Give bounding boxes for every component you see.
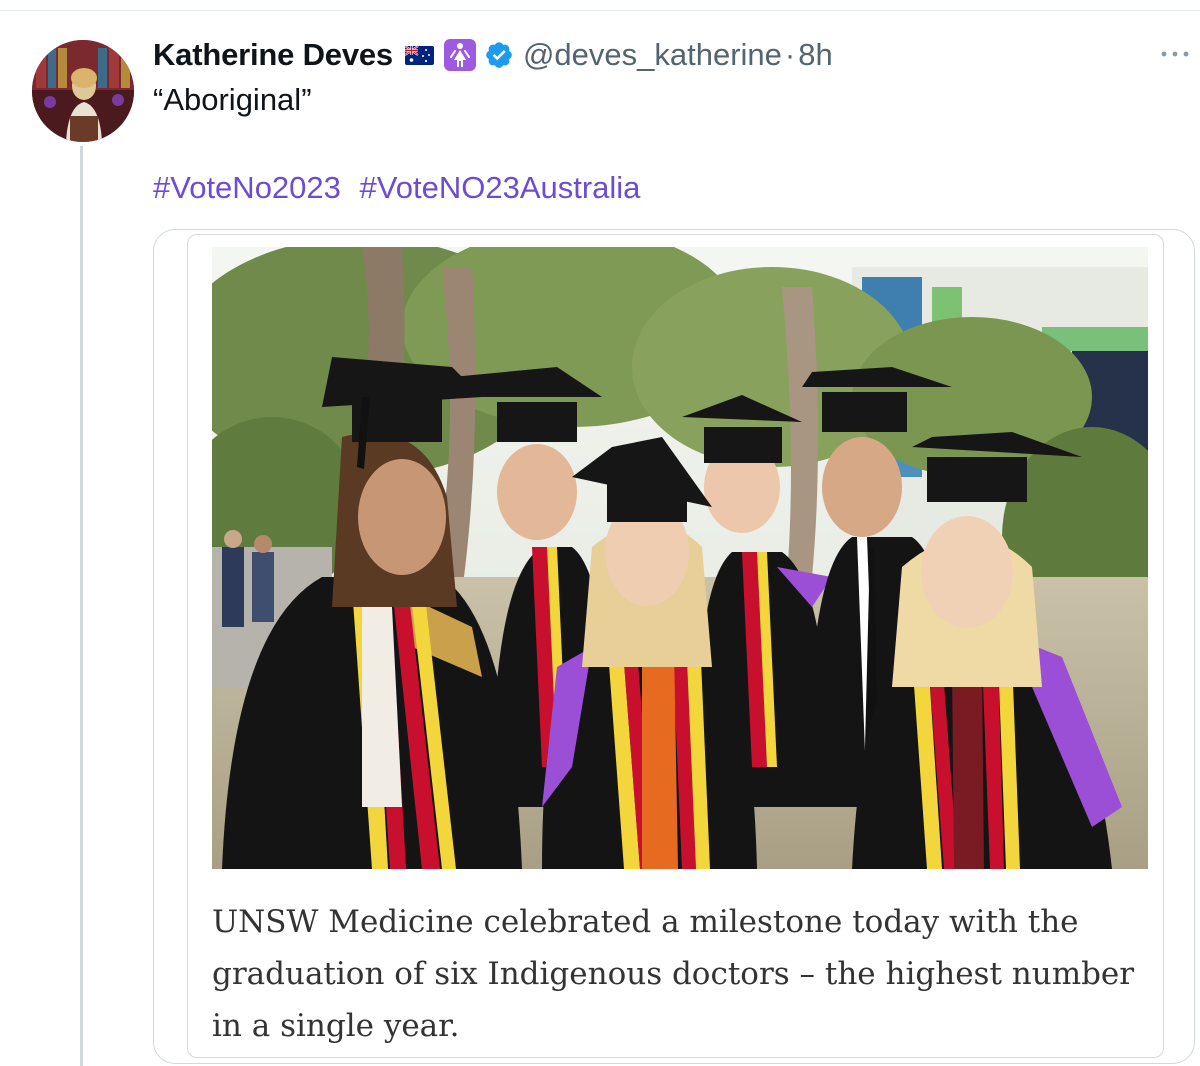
photo-illustration [212, 247, 1148, 869]
graduation-photo[interactable] [212, 247, 1148, 869]
display-name[interactable]: Katherine Deves [153, 37, 393, 73]
tweet-view: Katherine Deves @deves_katherine · 8h “A… [0, 0, 1200, 1066]
avatar[interactable] [32, 40, 134, 142]
top-divider [0, 0, 1200, 11]
australia-flag-icon [404, 45, 434, 65]
thread-line [80, 146, 83, 1066]
image-caption: UNSW Medicine celebrated a milestone tod… [212, 904, 1135, 1044]
separator: · [784, 37, 796, 72]
hashtag-link[interactable]: #VoteNO23Australia [360, 170, 641, 205]
hashtag-link[interactable]: #VoteNo2023 [153, 170, 341, 205]
handle[interactable]: @deves_katherine [523, 37, 782, 73]
verified-badge-icon[interactable] [484, 40, 514, 70]
tweet-header: Katherine Deves @deves_katherine · 8h [153, 33, 833, 77]
avatar-image [32, 40, 134, 142]
tweet-text: “Aboriginal” [153, 82, 312, 117]
female-sign-icon [443, 39, 476, 71]
timestamp[interactable]: 8h [798, 37, 832, 73]
more-options-icon[interactable] [1157, 42, 1193, 66]
hashtag-line: #VoteNo2023 #VoteNO23Australia [153, 170, 640, 206]
